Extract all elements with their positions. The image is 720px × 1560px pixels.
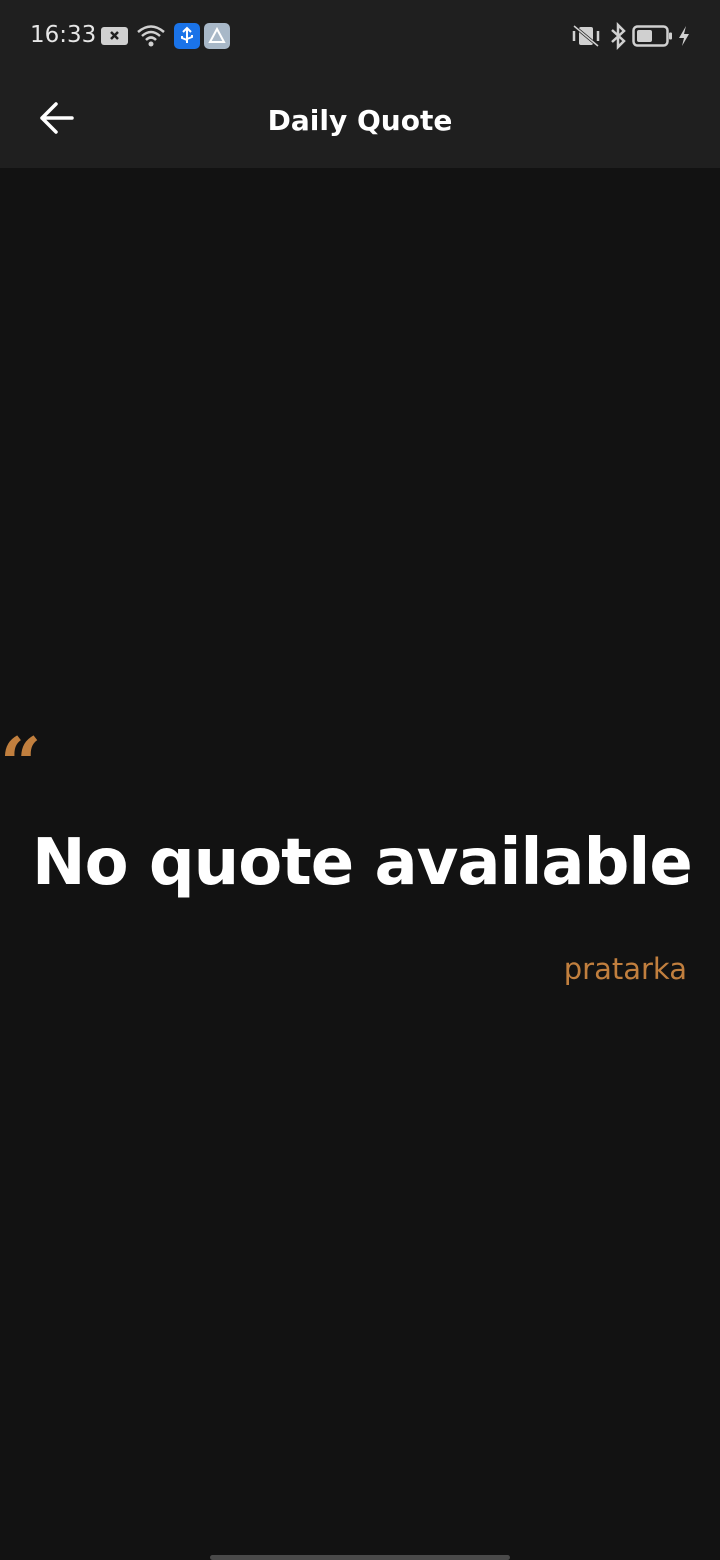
notification-icon [101,26,129,50]
quote-mark-icon: “ [0,721,42,806]
home-indicator[interactable] [210,1555,510,1560]
back-button[interactable] [24,88,88,152]
charging-icon [677,25,691,51]
page-title: Daily Quote [267,103,453,137]
app-bar: Daily Quote [0,72,720,168]
status-bar: 16:33 [0,0,720,72]
quote-text: No quote available [32,826,693,900]
battery-icon [632,24,674,52]
bluetooth-icon [608,21,628,54]
app-icon [204,23,230,53]
usb-debug-icon [174,23,200,53]
arrow-left-icon [38,101,74,139]
status-time: 16:33 [30,22,97,48]
quote-content: “ No quote available pratarka [0,168,720,1560]
quote-author: pratarka [563,952,687,986]
vibrate-icon [570,24,602,52]
wifi-icon [136,24,166,52]
